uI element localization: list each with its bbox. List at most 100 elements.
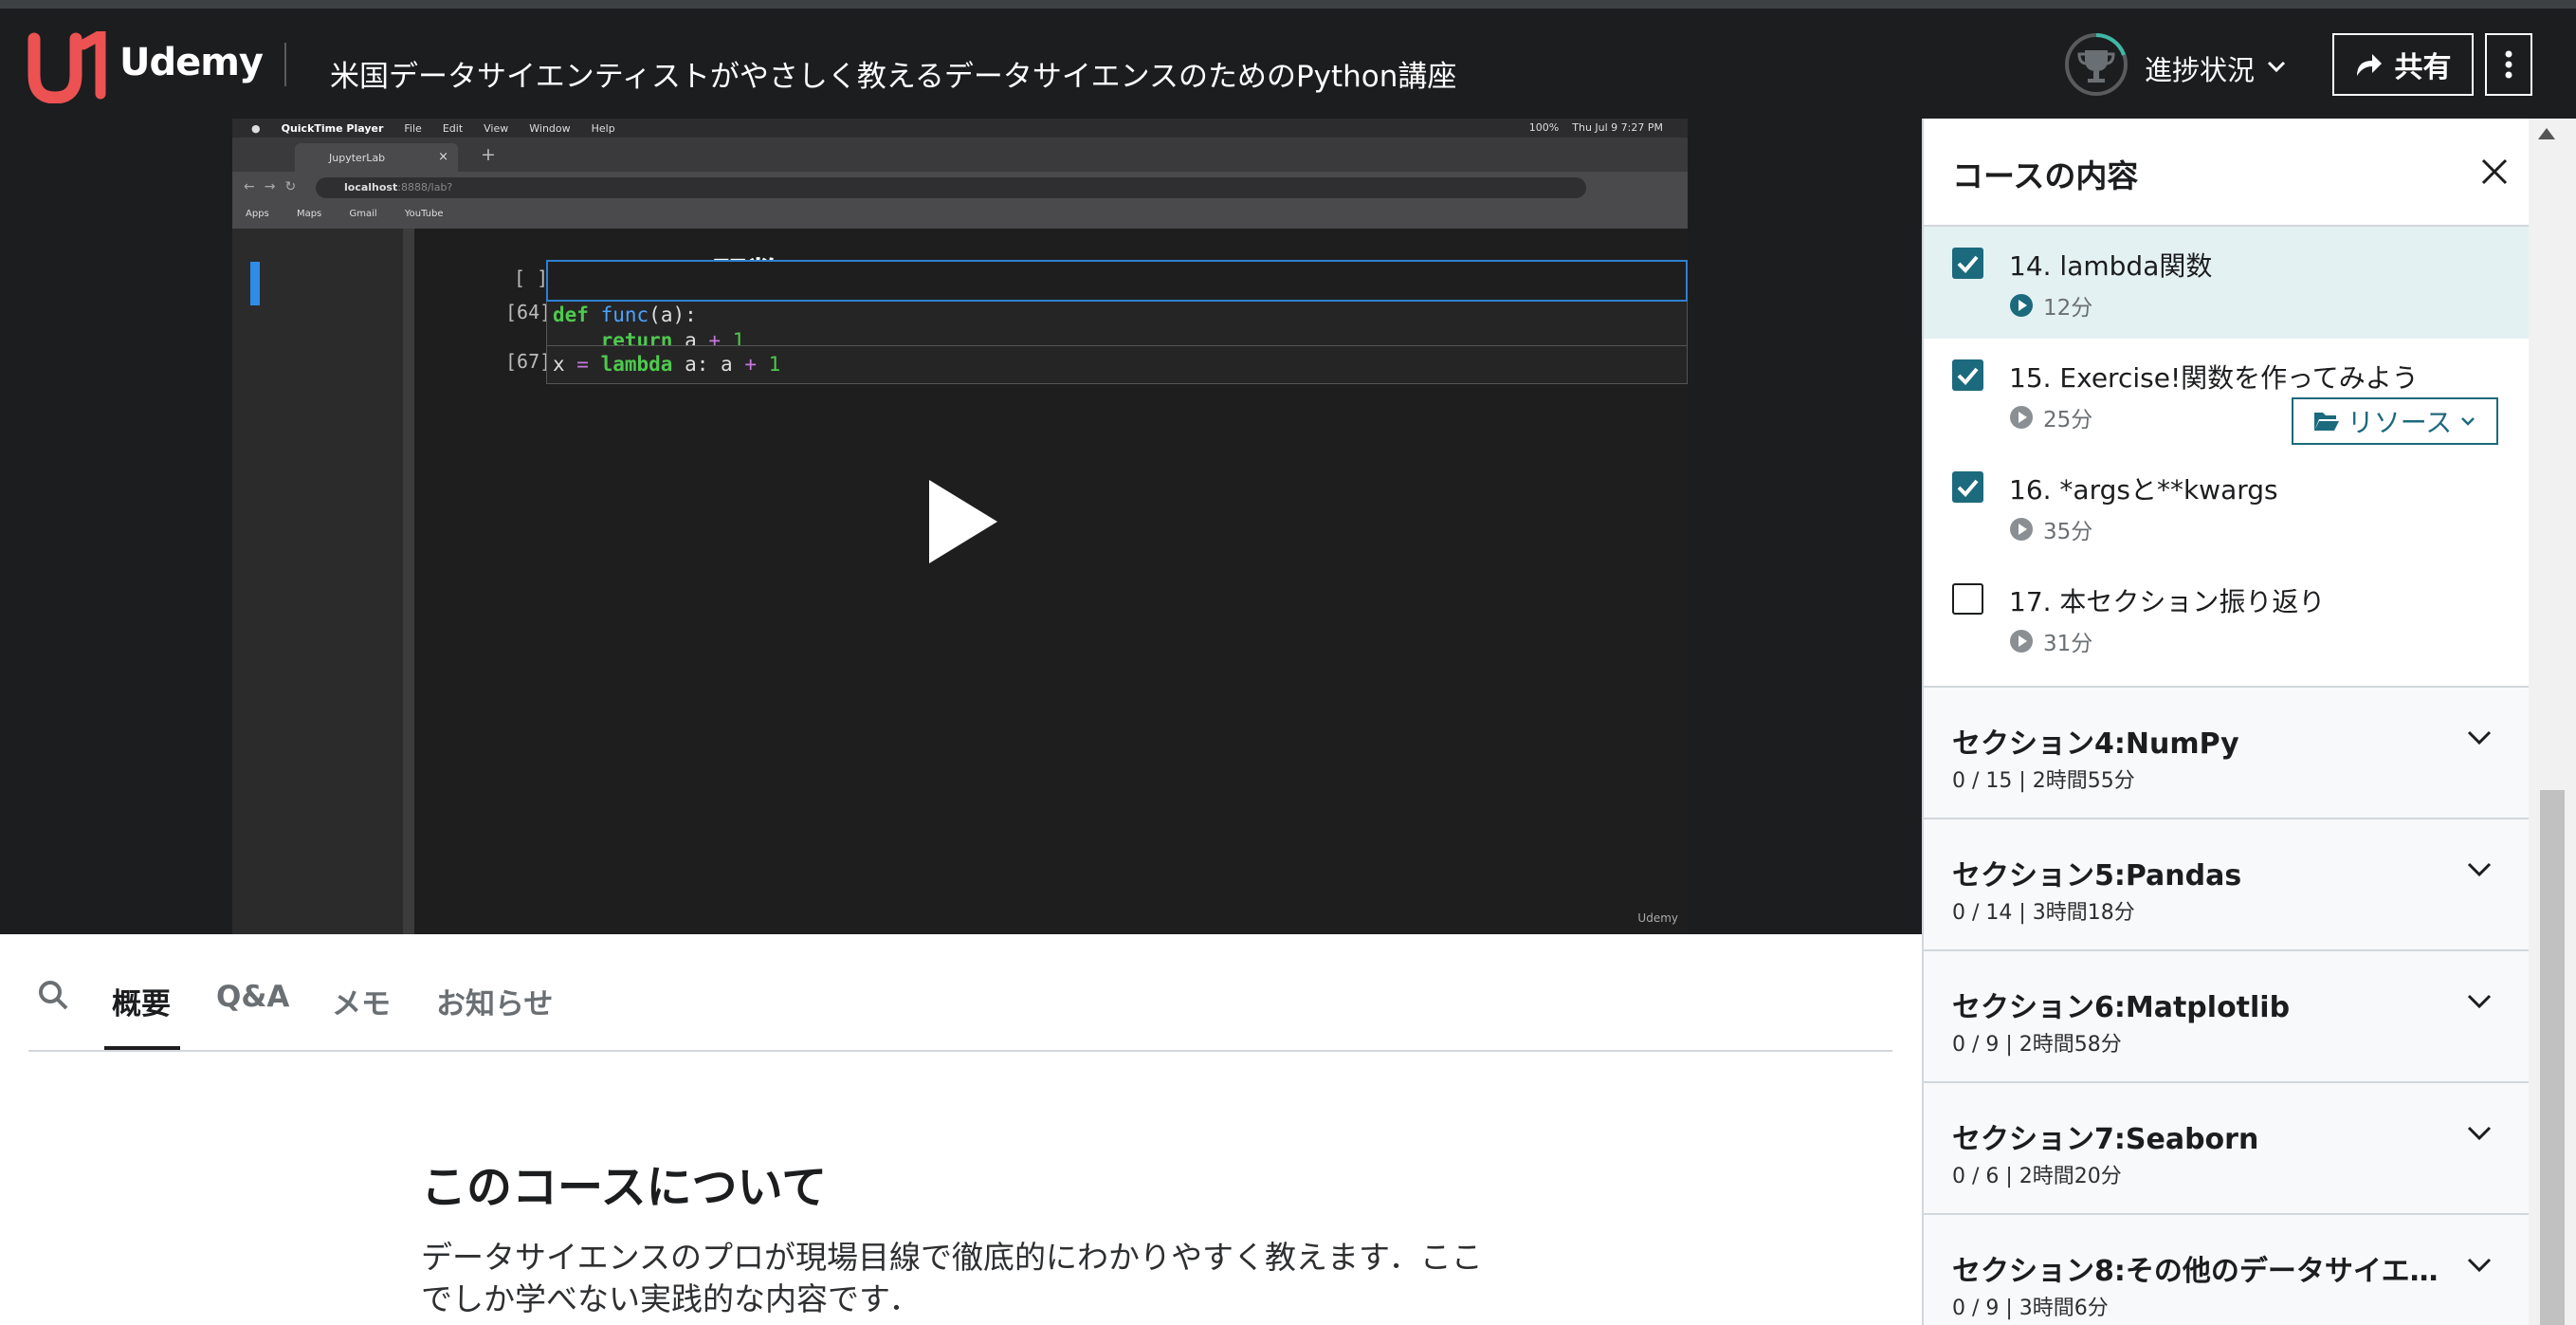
section-item[interactable]: セクション8:その他のデータサイエ… 0 / 9 | 3時間6分 bbox=[1924, 1213, 2529, 1325]
section-title: セクション4:NumPy bbox=[1952, 727, 2239, 761]
section-meta: 0 / 9 | 3時間6分 bbox=[1952, 1297, 2109, 1320]
resources-button[interactable]: リソース bbox=[2292, 397, 2498, 445]
search-icon[interactable] bbox=[36, 978, 70, 1012]
lecture-duration: 35分 bbox=[2009, 513, 2092, 545]
top-header: Udemy 米国データサイエンティストがやさしく教えるデータサイエンスのためのP… bbox=[0, 9, 2576, 119]
tab-announcements[interactable]: お知らせ bbox=[436, 980, 553, 1022]
folder-open-icon bbox=[2313, 413, 2339, 431]
tab-notes[interactable]: メモ bbox=[332, 980, 391, 1022]
video-player[interactable]: ● QuickTime Player File Edit View Window… bbox=[0, 119, 1922, 934]
lecture-checkbox[interactable] bbox=[1952, 471, 1983, 503]
browser-urlbar: ←→↻ localhost:8888/lab? bbox=[232, 172, 1688, 204]
mac-menubar: ● QuickTime Player File Edit View Window… bbox=[232, 119, 1688, 138]
tab-qa[interactable]: Q&A bbox=[216, 980, 289, 1014]
udemy-logo-text[interactable]: Udemy bbox=[119, 41, 264, 84]
lecture-duration: 12分 bbox=[2009, 289, 2092, 322]
section-title: セクション5:Pandas bbox=[1952, 859, 2242, 893]
menubar-status: 100% Thu Jul 9 7:27 PM bbox=[1529, 121, 1663, 134]
url-host: localhost bbox=[344, 181, 398, 193]
url-rest: :8888/lab? bbox=[397, 181, 453, 193]
browser-nav-icons: ←→↻ bbox=[244, 179, 306, 194]
section-item[interactable]: セクション4:NumPy 0 / 15 | 2時間55分 bbox=[1924, 686, 2529, 818]
jupyter-panel-divider bbox=[403, 229, 414, 934]
browser-tabbar: JupyterLab × + bbox=[232, 138, 1688, 172]
scrollbar-thumb[interactable] bbox=[2540, 790, 2565, 1325]
lecture-item[interactable]: 17. 本セクション振り返り 31分 bbox=[1924, 562, 2529, 674]
menubar-item: File bbox=[404, 121, 422, 135]
chevron-down-icon[interactable] bbox=[2464, 854, 2494, 884]
section-title: セクション7:Seaborn bbox=[1952, 1123, 2259, 1156]
lecture-checkbox[interactable] bbox=[1952, 583, 1983, 615]
close-icon: × bbox=[438, 150, 448, 164]
sidebar-scrollbar[interactable] bbox=[2529, 119, 2576, 1325]
share-arrow-icon bbox=[2356, 54, 2382, 76]
bookmark-item: Gmail bbox=[349, 209, 377, 219]
course-title[interactable]: 米国データサイエンティストがやさしく教えるデータサイエンスのためのPython講… bbox=[330, 52, 1456, 95]
play-circle-icon bbox=[2010, 518, 2033, 541]
header-divider bbox=[284, 43, 286, 86]
plus-icon: + bbox=[481, 144, 496, 165]
lecture-duration: 25分 bbox=[2009, 401, 2092, 433]
check-icon bbox=[1957, 479, 1979, 497]
active-cell-indicator bbox=[250, 262, 260, 305]
bookmark-item: YouTube bbox=[404, 209, 444, 219]
lecture-title: 17. 本セクション振り返り bbox=[2009, 586, 2326, 617]
menubar-item: Edit bbox=[442, 121, 464, 135]
lecture-title: 15. Exercise!関数を作ってみよう bbox=[2009, 362, 2419, 394]
chevron-down-icon bbox=[2461, 417, 2476, 426]
udemy-watermark: Udemy bbox=[1637, 911, 1678, 925]
bookmark-item: Apps bbox=[246, 209, 269, 219]
chevron-down-icon[interactable] bbox=[2464, 722, 2494, 752]
lecture-item[interactable]: 14. lambda関数 12分 bbox=[1924, 227, 2529, 339]
section-item[interactable]: セクション5:Pandas 0 / 14 | 3時間18分 bbox=[1924, 818, 2529, 949]
lecture-item[interactable]: 15. Exercise!関数を作ってみよう 25分 リソース bbox=[1924, 339, 2529, 451]
lecture-title: 16. *argsと**kwargs bbox=[2009, 474, 2278, 506]
window-top-strip bbox=[0, 0, 2576, 9]
sidebar-header: コースの内容 bbox=[1924, 119, 2529, 227]
menubar-app: QuickTime Player bbox=[281, 121, 384, 135]
menubar-item: Help bbox=[591, 121, 615, 135]
tab-overview[interactable]: 概要 bbox=[112, 980, 171, 1022]
share-button[interactable]: 共有 bbox=[2332, 33, 2474, 96]
more-options-button[interactable] bbox=[2485, 33, 2532, 96]
share-label: 共有 bbox=[2394, 51, 2452, 84]
check-icon bbox=[1957, 255, 1979, 273]
play-circle-icon bbox=[2010, 406, 2033, 429]
active-tab-underline bbox=[104, 1046, 180, 1050]
section-meta: 0 / 14 | 3時間18分 bbox=[1952, 901, 2135, 925]
content-tabs: 概要 Q&A メモ お知らせ bbox=[28, 934, 1892, 1052]
progress-label[interactable]: 進捗状況 bbox=[2145, 48, 2255, 88]
section-meta: 0 / 6 | 2時間20分 bbox=[1952, 1165, 2122, 1188]
scroll-up-icon[interactable] bbox=[2538, 128, 2555, 139]
play-circle-icon bbox=[2010, 630, 2033, 653]
chevron-down-icon[interactable] bbox=[2464, 1249, 2494, 1279]
browser-url: localhost:8888/lab? bbox=[316, 177, 1586, 198]
lecture-checkbox[interactable] bbox=[1952, 359, 1983, 391]
about-description: データサイエンスのプロが現場目線で徹底的にわかりやすく教えます．ここでしか学べな… bbox=[421, 1239, 1483, 1317]
lecture-title: 14. lambda関数 bbox=[2009, 250, 2213, 282]
lecture-duration: 31分 bbox=[2009, 625, 2092, 657]
browser-bookmarks: Apps Maps Gmail YouTube bbox=[232, 204, 1688, 229]
section-item[interactable]: セクション7:Seaborn 0 / 6 | 2時間20分 bbox=[1924, 1081, 2529, 1213]
bookmark-item: Maps bbox=[296, 209, 322, 219]
menubar-clock: Thu Jul 9 7:27 PM bbox=[1572, 121, 1663, 134]
sidebar-title: コースの内容 bbox=[1952, 157, 2139, 194]
apple-icon: ● bbox=[251, 121, 261, 135]
progress-trophy-icon[interactable] bbox=[2063, 31, 2129, 98]
lecture-checkbox[interactable] bbox=[1952, 248, 1983, 279]
close-icon[interactable] bbox=[2479, 156, 2510, 187]
play-icon bbox=[929, 480, 997, 563]
chevron-down-icon[interactable] bbox=[2464, 1117, 2494, 1148]
code-cell: x = lambda a: a + 1 bbox=[546, 345, 1688, 384]
chevron-down-icon[interactable] bbox=[2264, 54, 2289, 79]
play-button[interactable] bbox=[868, 429, 1053, 615]
lecture-item[interactable]: 16. *argsと**kwargs 35分 bbox=[1924, 451, 2529, 562]
udemy-logo-icon[interactable] bbox=[27, 31, 112, 103]
chevron-down-icon[interactable] bbox=[2464, 985, 2494, 1016]
vertical-dots-icon bbox=[2505, 50, 2512, 79]
browser-tab-title: JupyterLab bbox=[329, 152, 386, 164]
section-title: セクション6:Matplotlib bbox=[1952, 991, 2291, 1024]
active-code-cell bbox=[546, 260, 1688, 302]
course-content-sidebar: コースの内容 14. lambda関数 12分 15. Exercise!関数を… bbox=[1922, 119, 2529, 1325]
section-item[interactable]: セクション6:Matplotlib 0 / 9 | 2時間58分 bbox=[1924, 949, 2529, 1081]
